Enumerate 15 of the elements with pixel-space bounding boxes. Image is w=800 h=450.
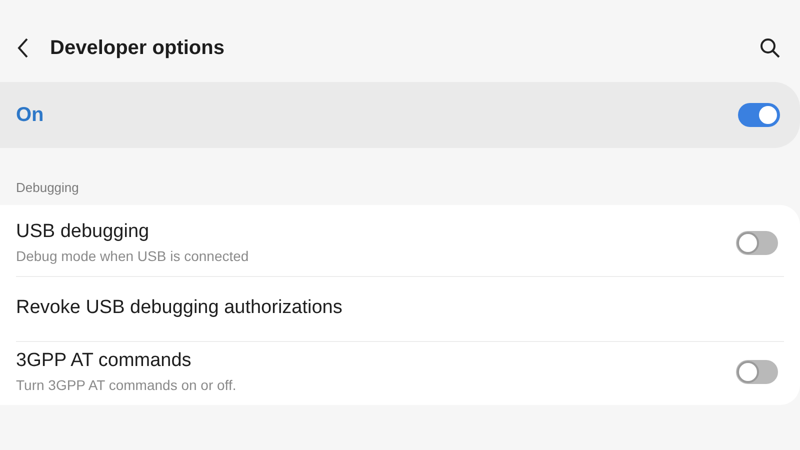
setting-title[interactable]: USB debugging [16, 221, 249, 243]
toggle-switch[interactable] [738, 103, 780, 127]
master-switch-bar[interactable]: On [0, 82, 800, 148]
page-title: Developer options [50, 36, 226, 60]
back-icon [16, 37, 30, 59]
search-button[interactable] [758, 36, 782, 60]
search-icon [760, 38, 780, 58]
section-header: Debugging [15, 179, 80, 197]
setting-title[interactable]: Revoke USB debugging authorizations [16, 297, 342, 319]
setting-description: Debug mode when USB is connected [16, 248, 249, 264]
toggle-switch[interactable] [736, 230, 778, 254]
master-switch-label: On [16, 104, 44, 126]
setting-description: Turn 3GPP AT commands on or off. [16, 377, 236, 393]
setting-title[interactable]: 3GPP AT commands [16, 350, 236, 372]
toggle-switch[interactable] [736, 360, 778, 384]
